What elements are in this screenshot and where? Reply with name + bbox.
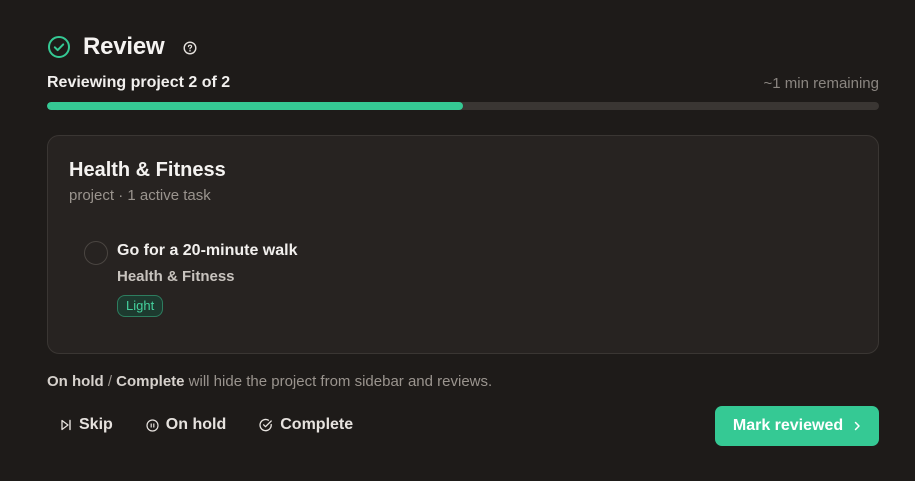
on-hold-button[interactable]: On hold [146, 416, 226, 434]
task-project: Health & Fitness [117, 268, 235, 285]
hint-text: On hold / Complete will hide the project… [47, 373, 492, 390]
project-card: Health & Fitness project · 1 active task… [47, 135, 879, 354]
skip-button[interactable]: Skip [60, 416, 113, 434]
check-circle-icon [259, 418, 273, 432]
on-hold-label: On hold [165, 416, 227, 433]
hint-separator: / [103, 373, 117, 390]
mark-reviewed-button[interactable]: Mark reviewed [715, 406, 879, 446]
page-title: Review [83, 33, 165, 60]
skip-label: Skip [79, 416, 113, 433]
skip-icon [61, 419, 71, 431]
complete-label: Complete [280, 416, 354, 433]
task-badge: Light [117, 295, 164, 317]
review-header: Review [47, 32, 197, 62]
time-remaining: ~1 min remaining [763, 75, 879, 92]
progress-label: Reviewing project 2 of 2 [47, 74, 231, 91]
review-panel: Review Reviewing project 2 of 2 ~1 min r… [0, 0, 915, 481]
project-subtitle: project · 1 active task [69, 187, 211, 204]
hint-rest: will hide the project from sidebar and r… [184, 373, 493, 390]
progress-bar [47, 102, 879, 110]
project-title: Health & Fitness [69, 159, 226, 181]
task-complete-checkbox[interactable] [84, 241, 108, 265]
pause-circle-icon [146, 418, 159, 432]
help-circle-icon[interactable] [183, 41, 197, 55]
progress-bar-fill [47, 102, 463, 110]
mark-reviewed-label: Mark reviewed [732, 417, 844, 434]
hint-complete: Complete [116, 373, 185, 390]
task-title[interactable]: Go for a 20-minute walk [117, 242, 297, 260]
complete-button[interactable]: Complete [259, 416, 353, 434]
check-circle-icon [47, 35, 71, 59]
chevron-right-icon [853, 421, 861, 431]
action-bar: Skip On hold Complete [60, 416, 386, 434]
hint-on-hold: On hold [47, 373, 104, 390]
